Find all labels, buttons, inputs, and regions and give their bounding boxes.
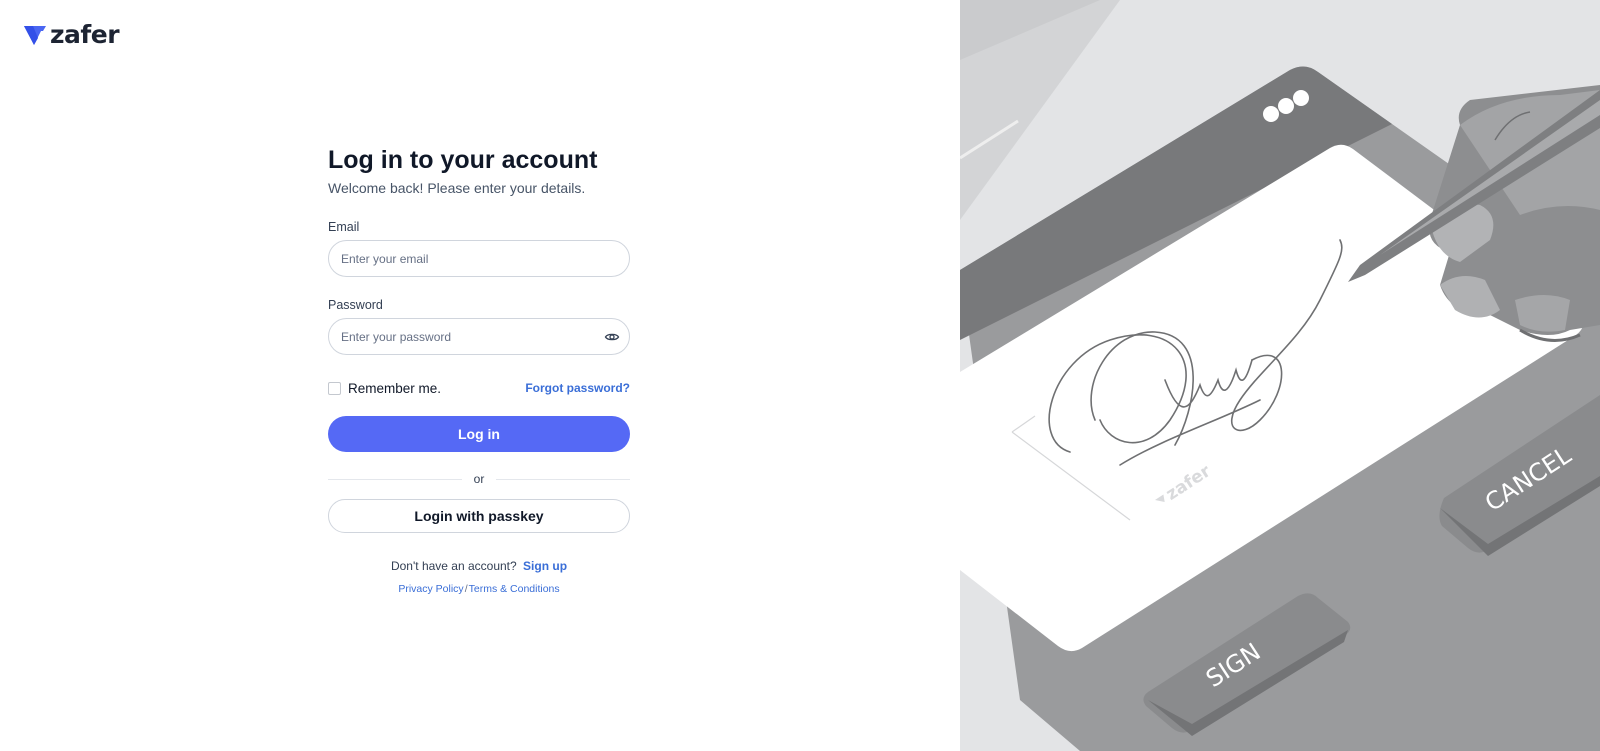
tablet-dot-1	[1263, 106, 1279, 122]
page-title: Log in to your account	[328, 146, 598, 174]
illustration-panel: zafer SIGN CANCEL	[960, 0, 1600, 751]
eye-icon[interactable]	[604, 329, 620, 345]
zafer-logo[interactable]: zafer	[24, 20, 120, 49]
remember-forgot-row: Remember me. Forgot password?	[328, 380, 630, 396]
logo-wordmark: zafer	[50, 20, 120, 49]
terms-conditions-link[interactable]: Terms & Conditions	[469, 583, 560, 595]
tablet-dot-3	[1293, 90, 1309, 106]
remember-me-checkbox[interactable]	[328, 381, 341, 395]
login-form: Log in to your account Welcome back! Ple…	[328, 144, 631, 595]
divider-label: or	[473, 472, 485, 486]
sign-up-link[interactable]: Sign up	[523, 559, 567, 573]
no-account-text: Don't have an account?	[390, 559, 517, 573]
zafer-logo-icon	[24, 25, 46, 45]
signing-illustration: zafer SIGN CANCEL	[960, 0, 1600, 751]
password-field[interactable]	[328, 318, 630, 355]
page-subtitle: Welcome back! Please enter your details.	[328, 180, 586, 196]
remember-me-toggle[interactable]: Remember me.	[328, 381, 441, 396]
legal-links: Privacy Policy/Terms & Conditions	[328, 583, 630, 595]
login-panel: zafer Log in to your account Welcome bac…	[0, 0, 960, 751]
email-field[interactable]	[328, 240, 630, 277]
email-field-wrapper	[328, 240, 630, 277]
signup-prompt: Don't have an account? Sign up	[328, 559, 630, 573]
privacy-policy-link[interactable]: Privacy Policy	[398, 583, 463, 595]
or-divider: or	[328, 472, 631, 486]
password-field-wrapper	[328, 318, 630, 355]
remember-me-label: Remember me.	[348, 380, 442, 396]
divider-line-left	[328, 478, 462, 480]
tablet-dot-2	[1278, 98, 1294, 114]
divider-line-right	[496, 478, 631, 480]
forgot-password-link[interactable]: Forgot password?	[525, 381, 630, 395]
passkey-login-button[interactable]: Login with passkey	[328, 499, 630, 533]
legal-separator: /	[464, 583, 468, 595]
password-label: Password	[328, 298, 383, 312]
email-label: Email	[328, 220, 360, 234]
login-button[interactable]: Log in	[328, 416, 630, 452]
